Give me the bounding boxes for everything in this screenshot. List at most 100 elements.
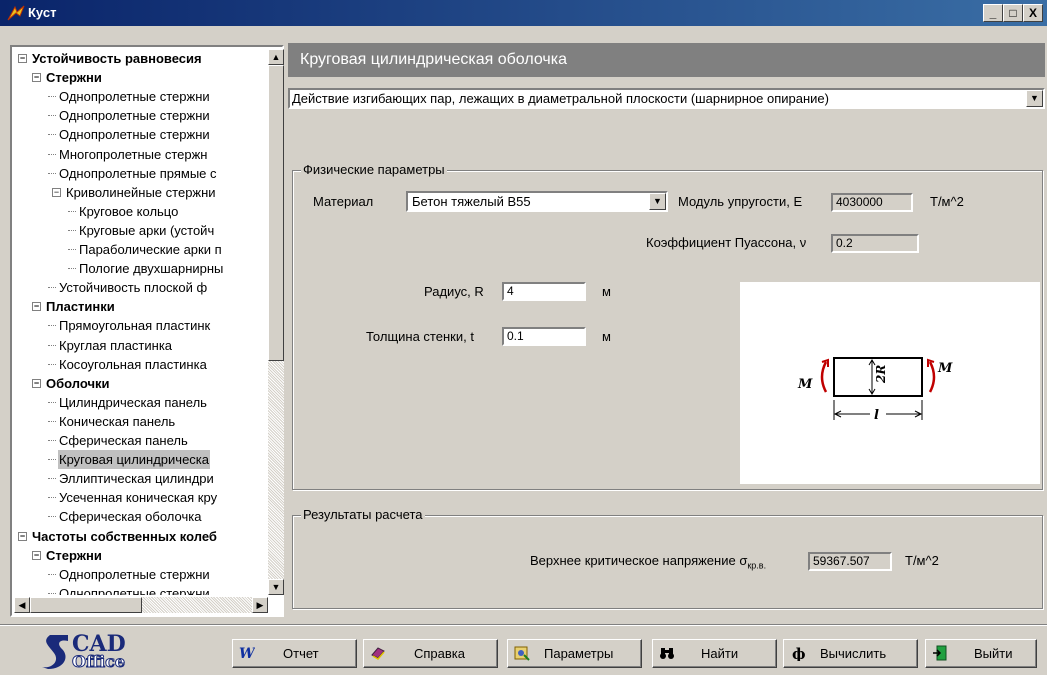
exit-button-label: Выйти — [974, 646, 1013, 661]
tree-collapse-icon[interactable]: − — [32, 378, 41, 388]
chevron-down-icon[interactable]: ▼ — [1026, 90, 1043, 107]
tree-item[interactable]: Прямоугольная пластинк — [14, 316, 266, 335]
calculate-button[interactable]: ф Вычислить — [783, 639, 918, 668]
word-icon: W — [239, 646, 255, 661]
scroll-thumb[interactable] — [268, 65, 284, 361]
tree-connector-line — [48, 573, 56, 575]
group-title-results: Результаты расчета — [301, 507, 425, 522]
tree-item-label: Стержни — [46, 547, 102, 563]
tree-item[interactable]: Усеченная коническая кру — [14, 488, 266, 507]
tree-item[interactable]: Однопролетные прямые с — [14, 164, 266, 183]
tree-collapse-icon[interactable]: − — [32, 550, 41, 560]
tree-connector-line — [48, 592, 56, 594]
modulus-field: 4030000 — [831, 193, 913, 212]
tree-item[interactable]: Однопролетные стержни — [14, 87, 266, 106]
tree-item[interactable]: Круговая цилиндрическа — [14, 450, 266, 470]
tree-item[interactable]: − Стержни — [14, 546, 266, 565]
scroll-thumb-horizontal[interactable] — [30, 597, 142, 613]
tree-item[interactable]: Эллиптическая цилиндри — [14, 469, 266, 488]
tree-item[interactable]: − Оболочки — [14, 374, 266, 393]
tree-horizontal-scrollbar[interactable]: ◀ ▶ — [14, 597, 268, 613]
tree-item-label: Цилиндрическая панель — [59, 394, 207, 410]
tree-item[interactable]: Косоугольная пластинка — [14, 355, 266, 374]
tree-item[interactable]: Однопролетные стержни — [14, 125, 266, 144]
minimize-button[interactable]: _ — [983, 4, 1003, 22]
tree-connector-line — [48, 516, 56, 518]
tree-collapse-icon[interactable]: − — [32, 302, 41, 312]
tree-connector-line — [48, 401, 56, 403]
tree-connector-line — [48, 287, 56, 289]
tree-item[interactable]: − Устойчивость равновесия — [14, 49, 266, 68]
tree-connector-line — [68, 268, 76, 270]
help-button[interactable]: Справка — [363, 639, 498, 668]
close-button[interactable]: X — [1023, 4, 1043, 22]
scroll-up-arrow-icon[interactable]: ▲ — [268, 49, 284, 65]
phi-function-icon: ф — [792, 645, 806, 661]
tree-item-label: Частоты собственных колеб — [32, 528, 217, 544]
tree-item[interactable]: Многопролетные стержн — [14, 145, 266, 164]
tree-vertical-scrollbar[interactable]: ▲ ▼ — [268, 49, 284, 595]
radius-input[interactable]: 4 — [502, 282, 586, 301]
stress-label-text: Верхнее критическое напряжение σ — [530, 553, 748, 568]
tree-collapse-icon[interactable]: − — [18, 531, 27, 541]
logo-bottom-text: Office — [72, 652, 125, 671]
thickness-input[interactable]: 0.1 — [502, 327, 586, 346]
tree-connector-line — [48, 325, 56, 327]
tree-item-label: Круговое кольцо — [79, 203, 179, 219]
page-title: Круговая цилиндрическая оболочка — [300, 51, 567, 68]
tree-item-label: Однопролетные прямые с — [59, 165, 217, 181]
scroll-down-arrow-icon[interactable]: ▼ — [268, 579, 284, 595]
exit-button[interactable]: Выйти — [925, 639, 1037, 668]
tree-item[interactable]: Сферическая панель — [14, 431, 266, 450]
tree-connector-line — [48, 134, 56, 136]
tree-item-label: Круговая цилиндрическа — [58, 450, 211, 470]
tree-collapse-icon[interactable]: − — [18, 54, 27, 63]
tree-item[interactable]: Круговые арки (устойч — [14, 221, 266, 240]
tree-connector-line — [48, 115, 56, 117]
tree-item[interactable]: − Пластинки — [14, 297, 266, 316]
scroll-right-arrow-icon[interactable]: ▶ — [252, 597, 268, 613]
tree-connector-line — [48, 478, 56, 480]
mode-select[interactable]: Действие изгибающих пар, лежащих в диаме… — [288, 88, 1045, 109]
tree-item[interactable]: Однопролетные стержни — [14, 584, 266, 595]
tree-item[interactable]: Цилиндрическая панель — [14, 393, 266, 412]
help-button-label: Справка — [414, 646, 465, 661]
tree-collapse-icon[interactable]: − — [32, 73, 41, 83]
tree-item[interactable]: Сферическая оболочка — [14, 507, 266, 526]
tree-collapse-icon[interactable]: − — [52, 187, 61, 197]
scroll-left-arrow-icon[interactable]: ◀ — [14, 597, 30, 613]
stress-label: Верхнее критическое напряжение σкр.в. — [530, 553, 766, 571]
maximize-button[interactable]: □ — [1003, 4, 1023, 22]
modulus-label: Модуль упругости, E — [678, 194, 803, 209]
tree-item[interactable]: − Криволинейные стержни — [14, 183, 266, 202]
moment-right-label: M — [937, 361, 953, 376]
report-button[interactable]: W Отчет — [232, 639, 357, 668]
tree-item-label: Сферическая панель — [59, 433, 188, 448]
shell-scheme-image: 2R M M l — [797, 357, 953, 423]
tree-view[interactable]: − Устойчивость равновесия − Стержни Однопрол… — [14, 49, 266, 595]
find-button[interactable]: Найти — [652, 639, 777, 668]
tree-item[interactable]: Параболические арки п — [14, 240, 266, 259]
report-button-label: Отчет — [283, 646, 319, 661]
thickness-label: Толщина стенки, t — [366, 329, 474, 344]
params-button[interactable]: Параметры — [507, 639, 642, 668]
tree-item[interactable]: Однопролетные стержни — [14, 565, 266, 584]
tree-item-label: Круглая пластинка — [59, 337, 173, 353]
tree-item-label: Сферическая оболочка — [59, 509, 202, 525]
tree-item[interactable]: Пологие двухшарнирны — [14, 259, 266, 278]
tree-item[interactable]: Коническая панель — [14, 412, 266, 431]
tree-item[interactable]: Однопролетные стержни — [14, 106, 266, 125]
tree-connector-line — [48, 459, 56, 461]
material-select[interactable]: Бетон тяжелый В55 ▼ — [406, 191, 668, 212]
tree-item[interactable]: Круговое кольцо — [14, 202, 266, 221]
tree-item[interactable]: Устойчивость плоской ф — [14, 278, 266, 297]
tree-item-label: Косоугольная пластинка — [59, 356, 207, 372]
tree-item-label: Однопролетные стержни — [59, 127, 210, 143]
tree-item[interactable]: − Стержни — [14, 68, 266, 87]
tree-item[interactable]: − Частоты собственных колеб — [14, 527, 266, 546]
tree-item[interactable]: Круглая пластинка — [14, 336, 266, 355]
chevron-down-icon[interactable]: ▼ — [649, 193, 666, 210]
stress-field: 59367.507 — [808, 552, 892, 571]
tree-item-label: Эллиптическая цилиндри — [59, 471, 214, 487]
tree-connector-line — [68, 210, 76, 212]
